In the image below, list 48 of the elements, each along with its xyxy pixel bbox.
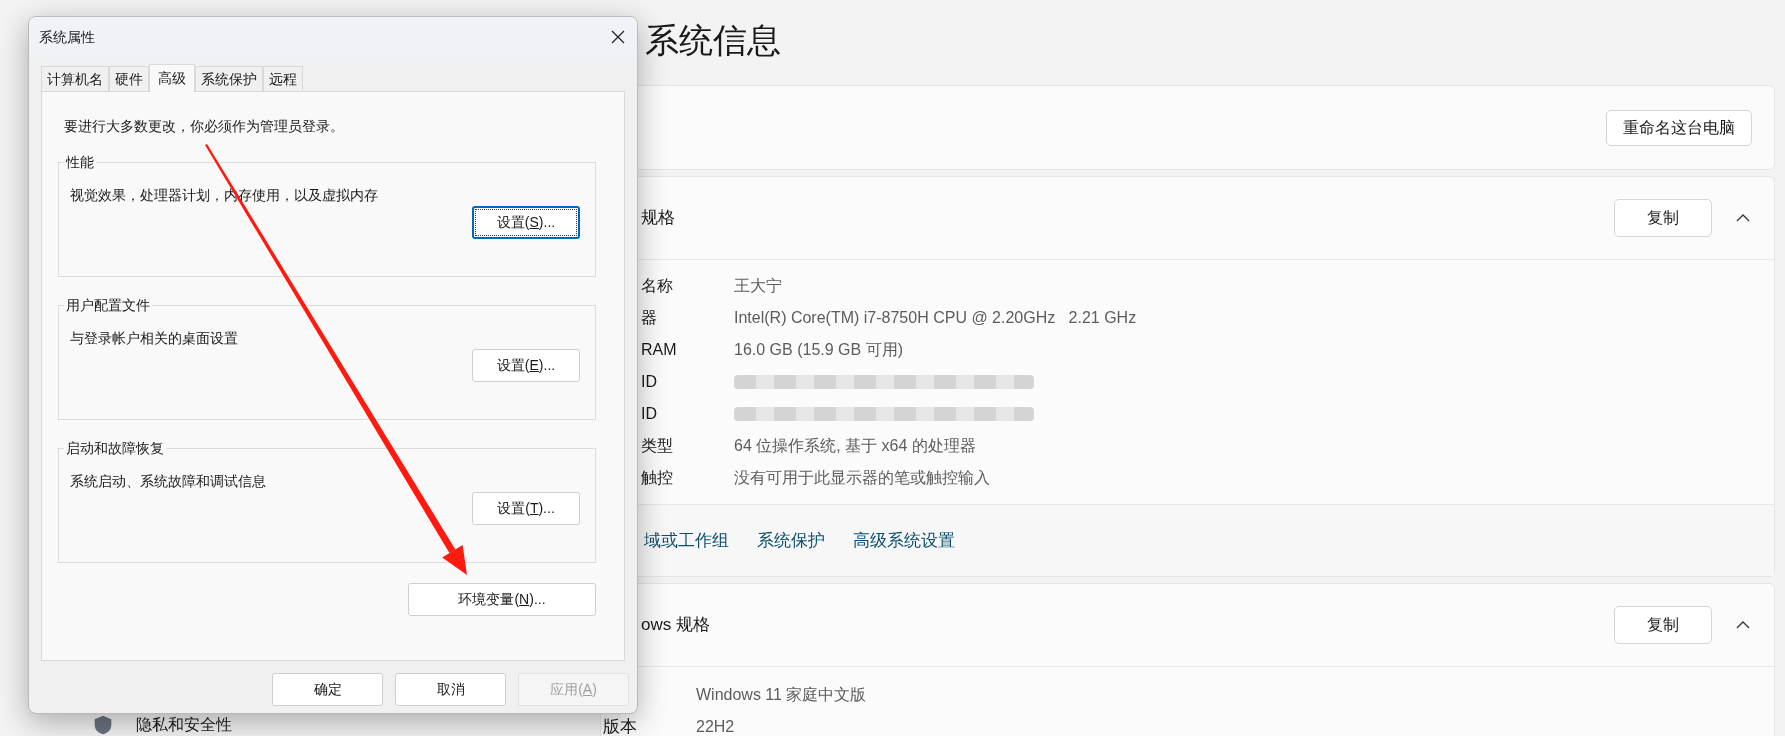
group-description: 系统启动、系统故障和调试信息 [70, 472, 267, 491]
group-description: 与登录帐户相关的桌面设置 [70, 329, 239, 348]
spec-value: 22H2 [696, 717, 735, 736]
page-title: 系统信息 [645, 21, 781, 59]
section-heading: ows 规格 [641, 614, 711, 637]
spec-label: RAM [641, 341, 677, 358]
window-title: 系统属性 [39, 27, 95, 47]
tab[interactable]: 高级 [149, 64, 195, 92]
dialog-button: 应用(A) [518, 673, 629, 706]
copy-button[interactable]: 复制 [1614, 199, 1712, 237]
spec-label: ID [641, 405, 657, 422]
chevron-up-icon[interactable] [1736, 214, 1750, 222]
spec-label: 版本 [603, 717, 637, 736]
section-heading: 规格 [641, 207, 676, 230]
spec-label: 触控 [641, 469, 673, 486]
tab[interactable]: 系统保护 [195, 66, 263, 91]
link[interactable]: 高级系统设置 [853, 527, 955, 554]
spec-value: 16.0 GB (15.9 GB 可用) [734, 340, 903, 360]
tab[interactable]: 计算机名 [41, 66, 109, 91]
group-title: 用户配置文件 [65, 296, 151, 315]
shield-icon [92, 715, 114, 735]
spec-label: ID [641, 373, 657, 390]
tab[interactable]: 硬件 [109, 66, 149, 91]
settings-button[interactable]: 设置(S)... [472, 206, 580, 239]
spec-label: 名称 [641, 277, 673, 294]
group-title: 启动和故障恢复 [65, 439, 165, 458]
group-title: 性能 [64, 153, 95, 172]
spec-value: 没有可用于此显示器的笔或触控输入 [734, 468, 990, 488]
rename-button[interactable]: 重命名这台电脑 [1606, 109, 1752, 146]
environment-variables-button[interactable]: 环境变量(N)... [408, 583, 596, 616]
link[interactable]: 系统保护 [757, 527, 825, 554]
spec-value: 64 位操作系统, 基于 x64 的处理器 [734, 436, 976, 456]
notice-text: 要进行大多数更改，你必须作为管理员登录。 [63, 117, 345, 136]
settings-button[interactable]: 设置(E)... [472, 349, 580, 382]
spec-value: Windows 11 家庭中文版 [696, 685, 867, 705]
spec-label: 类型 [641, 437, 673, 454]
settings-button[interactable]: 设置(T)... [472, 492, 580, 525]
sidebar-item[interactable]: 隐私和安全性 [136, 716, 232, 734]
spec-label: 器 [641, 309, 657, 326]
link[interactable]: 域或工作组 [644, 527, 729, 554]
dialog-button[interactable]: 取消 [395, 673, 506, 706]
chevron-up-icon[interactable] [1736, 621, 1750, 629]
spec-value: Intel(R) Core(TM) i7-8750H CPU @ 2.20GHz 2.21 GHz [734, 308, 1137, 328]
tab[interactable]: 远程 [263, 66, 303, 91]
spec-value: 王大宁 [734, 276, 782, 296]
dialog-button[interactable]: 确定 [272, 673, 383, 706]
close-icon[interactable] [611, 30, 625, 44]
copy-button[interactable]: 复制 [1614, 606, 1712, 644]
